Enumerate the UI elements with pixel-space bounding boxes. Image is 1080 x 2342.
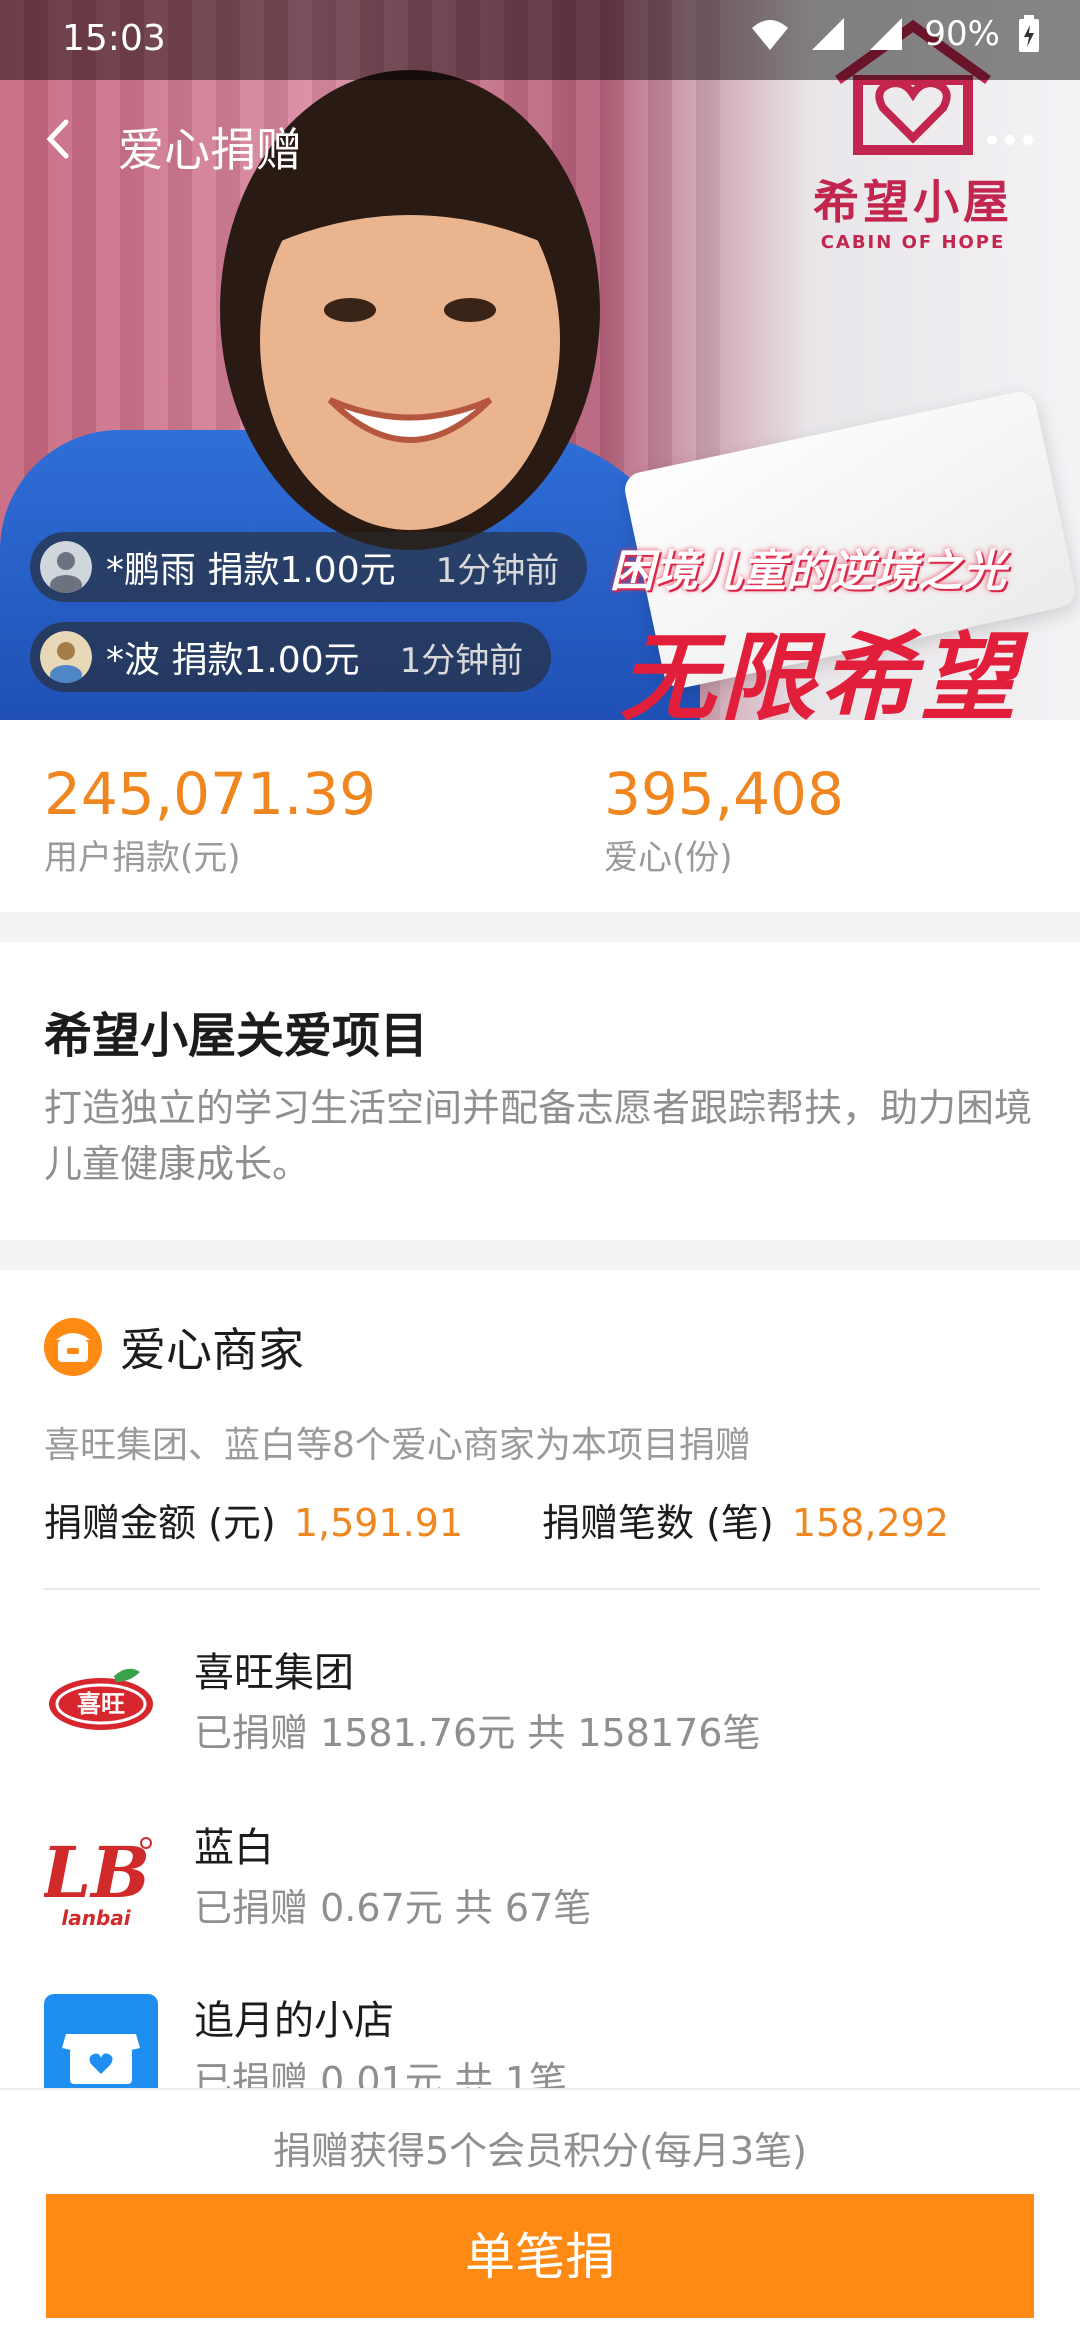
donor-avatar: [40, 631, 92, 683]
hearts-label: 爱心(份): [604, 838, 733, 878]
merchants-header: 爱心商家: [44, 1314, 304, 1380]
signal-icon: [812, 18, 845, 50]
donate-button[interactable]: 单笔捐: [46, 2194, 1034, 2318]
more-icon[interactable]: [980, 120, 1040, 160]
hearts-count: 395,408: [604, 760, 844, 828]
status-time: 15:03: [62, 18, 166, 59]
ticker-time: 1分钟前: [435, 550, 560, 591]
ticker-time: 1分钟前: [399, 640, 524, 681]
points-note: 捐赠获得5个会员积分(每月3笔): [272, 2129, 807, 2173]
lanbai-logo-icon: LB lanbai: [44, 1831, 152, 1930]
donation-ticker: *波 捐款1.00元 1分钟前: [30, 622, 552, 692]
donation-label: 用户捐款(元): [44, 838, 241, 878]
bottom-bar: 捐赠获得5个会员积分(每月3笔) 单笔捐: [0, 2088, 1080, 2342]
merchant-row[interactable]: 追月的小店 已捐赠 0.01元 共 1笔: [44, 1988, 1040, 2090]
status-bar: 15:03 90%: [0, 0, 1080, 80]
merchants-amount: 捐赠金额 (元) 1,591.91: [44, 1492, 463, 1547]
donation-amount: 245,071.39: [44, 760, 377, 828]
section-gap: [0, 912, 1080, 942]
merchant-name: 追月的小店: [194, 1998, 394, 2044]
merchant-info: 已捐赠 0.01元 共 1笔: [194, 2059, 568, 2090]
hero-banner: 15:03 90% 爱心捐赠 希望小屋 CABIN OF HOPE 困境儿童的逆…: [0, 0, 1080, 720]
merchants-count: 捐赠笔数 (笔) 158,292: [542, 1492, 949, 1547]
xiwang-logo-icon: 喜旺: [49, 1668, 153, 1730]
ticker-text: *波 捐款1.00元: [106, 640, 360, 681]
amount-label: 捐赠金额 (元): [44, 1501, 276, 1545]
project-title: 希望小屋关爱项目: [44, 1008, 429, 1064]
merchants-title: 爱心商家: [120, 1323, 304, 1377]
project-card: 希望小屋关爱项目 打造独立的学习生活空间并配备志愿者跟踪帮扶，助力困境儿童健康成…: [0, 942, 1080, 1240]
count-value: 158,292: [791, 1501, 949, 1545]
signal-icon-2: [870, 18, 903, 50]
merchant-name: 喜旺集团: [194, 1650, 354, 1696]
top-nav: 爱心捐赠: [0, 80, 1080, 200]
store-logo-icon: [44, 1994, 158, 2090]
brand-en: CABIN OF HOPE: [820, 232, 1006, 253]
hero-slogan-large: 无限希望: [620, 622, 1020, 720]
svg-text:lanbai: lanbai: [61, 1906, 131, 1930]
wifi-icon: [752, 20, 789, 50]
stat-donation: 245,071.39 用户捐款(元): [44, 760, 376, 879]
svg-text:喜旺: 喜旺: [77, 1690, 125, 1718]
merchant-name: 蓝白: [194, 1825, 274, 1871]
merchants-summary: 喜旺集团、蓝白等8个爱心商家为本项目捐赠: [44, 1425, 751, 1466]
battery-percent: 90%: [924, 14, 1000, 54]
page-title: 爱心捐赠: [118, 123, 302, 177]
battery-icon: [1019, 15, 1039, 52]
back-arrow-icon[interactable]: [36, 114, 86, 164]
count-label: 捐赠笔数 (笔): [542, 1501, 774, 1545]
merchant-row[interactable]: LB lanbai 蓝白 已捐赠 0.67元 共 67笔: [44, 1815, 1040, 1945]
stat-hearts: 395,408 爱心(份): [604, 760, 844, 879]
merchant-row[interactable]: 喜旺 喜旺集团 已捐赠 1581.76元 共 158176笔: [44, 1640, 1040, 1770]
merchant-info: 已捐赠 1581.76元 共 158176笔: [194, 1711, 761, 1755]
svg-text:LB: LB: [44, 1831, 150, 1914]
merchant-shop-icon: [44, 1318, 102, 1376]
donation-ticker: *鹏雨 捐款1.00元 1分钟前: [30, 532, 588, 602]
donor-avatar: [40, 541, 92, 593]
ticker-text: *鹏雨 捐款1.00元: [106, 550, 396, 591]
divider: [44, 1588, 1040, 1590]
donation-stats: 245,071.39 用户捐款(元) 395,408 爱心(份): [0, 720, 1080, 912]
hero-slogan-small: 困境儿童的逆境之光: [610, 546, 1006, 597]
section-gap: [0, 1240, 1080, 1270]
merchants-section: 爱心商家 喜旺集团、蓝白等8个爱心商家为本项目捐赠 捐赠金额 (元) 1,591…: [0, 1270, 1080, 2090]
project-description: 打造独立的学习生活空间并配备志愿者跟踪帮扶，助力困境儿童健康成长。: [44, 1086, 1033, 1186]
amount-value: 1,591.91: [293, 1501, 464, 1545]
merchant-info: 已捐赠 0.67元 共 67笔: [194, 1886, 592, 1930]
